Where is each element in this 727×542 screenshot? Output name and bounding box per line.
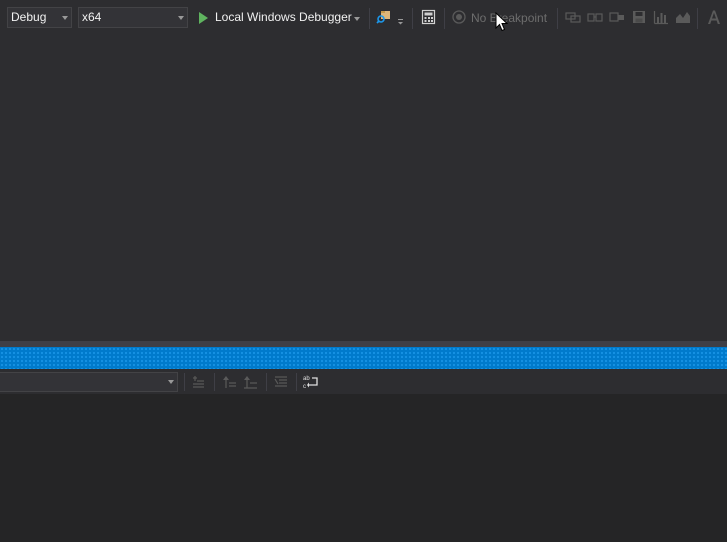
document-well[interactable] bbox=[0, 36, 727, 341]
mouse-cursor-icon bbox=[495, 12, 509, 32]
solution-configuration-value: Debug bbox=[11, 10, 47, 24]
chevron-down-icon bbox=[62, 16, 68, 20]
output-panel-toolbar: ab c bbox=[0, 369, 727, 394]
chevron-down-icon bbox=[178, 16, 184, 20]
visual-studio-window: Debug x64 Local Windows Debugger No Brea… bbox=[0, 0, 727, 542]
toolbar-separator bbox=[412, 8, 413, 29]
find-in-files-icon[interactable] bbox=[376, 9, 392, 25]
debugger-label: Local Windows Debugger bbox=[215, 10, 352, 24]
toolbar-separator bbox=[266, 373, 267, 391]
toolbar-separator bbox=[184, 373, 185, 391]
calculator-icon[interactable] bbox=[421, 9, 437, 25]
save-icon[interactable] bbox=[631, 9, 647, 25]
toolbar-separator bbox=[557, 8, 558, 29]
play-icon bbox=[199, 12, 208, 24]
solution-platform-value: x64 bbox=[82, 10, 102, 24]
word-wrap-icon[interactable]: ab c bbox=[303, 374, 319, 390]
chart-icon[interactable] bbox=[653, 9, 669, 25]
solution-platform-dropdown[interactable]: x64 bbox=[78, 7, 188, 28]
toolbar-separator bbox=[296, 373, 297, 391]
standard-toolbar: Debug x64 Local Windows Debugger No Brea… bbox=[0, 0, 727, 36]
find-message-icon[interactable] bbox=[191, 374, 207, 390]
output-panel-title-bar[interactable] bbox=[0, 347, 727, 369]
toolbar-separator bbox=[369, 8, 370, 29]
output-text-area[interactable] bbox=[0, 394, 727, 542]
previous-message-icon[interactable] bbox=[222, 374, 238, 390]
area-chart-icon[interactable] bbox=[675, 9, 691, 25]
layers-icon[interactable] bbox=[587, 9, 603, 25]
chevron-down-icon[interactable] bbox=[354, 17, 360, 21]
next-message-icon[interactable] bbox=[243, 374, 259, 390]
output-source-dropdown[interactable] bbox=[0, 372, 178, 392]
toolbar-separator bbox=[444, 8, 445, 29]
toolbar-separator bbox=[697, 8, 698, 29]
font-icon[interactable] bbox=[706, 9, 722, 25]
chevron-down-icon bbox=[168, 380, 174, 384]
svg-text:ab: ab bbox=[303, 376, 310, 382]
clear-all-icon[interactable] bbox=[273, 374, 289, 390]
start-debugging-button[interactable]: Local Windows Debugger bbox=[196, 8, 362, 28]
link-icon[interactable] bbox=[565, 9, 581, 25]
frames-icon[interactable] bbox=[609, 9, 625, 25]
breakpoint-target-icon bbox=[452, 10, 466, 24]
svg-text:c: c bbox=[303, 384, 306, 390]
breakpoint-label: No Breakpoint bbox=[471, 11, 548, 25]
toolbar-separator bbox=[214, 373, 215, 391]
overflow-icon[interactable] bbox=[395, 9, 405, 25]
solution-configuration-dropdown[interactable]: Debug bbox=[7, 7, 72, 28]
